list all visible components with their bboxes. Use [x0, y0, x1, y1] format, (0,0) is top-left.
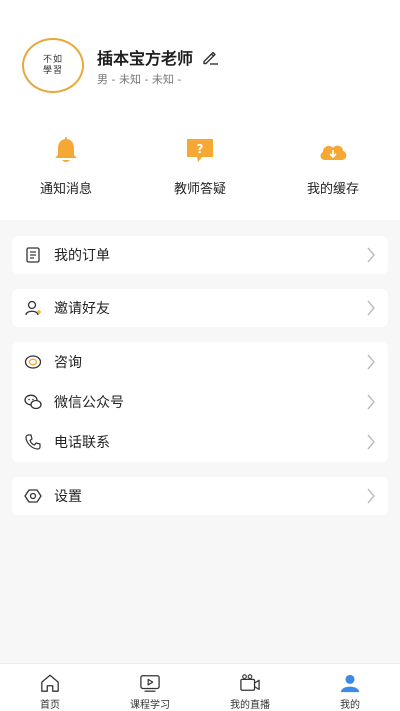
quick-cache[interactable]: 我的缓存: [273, 136, 393, 197]
menu-label: 我的订单: [54, 248, 110, 264]
cloud-download-icon: [320, 145, 347, 160]
phone-icon: [25, 434, 41, 450]
tab-live[interactable]: 我的直播: [200, 664, 300, 711]
tab-home[interactable]: 首页: [0, 664, 100, 711]
menu-item-invite[interactable]: 邀请好友: [12, 289, 388, 327]
chevron-right-icon: [367, 354, 375, 370]
svg-text:?: ?: [197, 142, 204, 156]
menu-item-consult[interactable]: 咨询: [12, 342, 388, 382]
edit-icon[interactable]: [201, 48, 219, 66]
menu-item-wechat[interactable]: 微信公众号: [12, 382, 388, 422]
consult-icon: [24, 355, 42, 369]
chevron-right-icon: [367, 247, 375, 263]
bottom-tab-bar: 首页 课程学习 我的直播 我的: [0, 663, 400, 711]
settings-card: 设置: [12, 477, 388, 515]
name-row: 插本宝方老师: [97, 46, 219, 68]
user-subline: 男 - 未知 - 未知 -: [97, 73, 182, 86]
menu-item-settings[interactable]: 设置: [12, 477, 388, 515]
camera-icon: [240, 674, 260, 691]
invite-card: 邀请好友: [12, 289, 388, 327]
avatar[interactable]: 不如學習: [22, 38, 84, 93]
question-chat-icon: ?: [187, 139, 213, 162]
chevron-right-icon: [367, 394, 375, 410]
menu-label: 微信公众号: [54, 395, 124, 411]
tab-mine[interactable]: 我的: [300, 664, 400, 711]
home-icon: [41, 674, 59, 692]
quick-label: 通知消息: [39, 182, 92, 197]
avatar-text: 不如學習: [42, 54, 63, 76]
user-icon: [340, 674, 360, 693]
user-name: 插本宝方老师: [97, 49, 194, 68]
chevron-right-icon: [367, 488, 375, 504]
menu-label: 设置: [54, 489, 82, 505]
profile-header: 不如學習 插本宝方老师 男 - 未知 - 未知 - 通知消息 ? 教师答疑 我的…: [0, 0, 400, 220]
video-play-icon: [140, 675, 160, 692]
menu-label: 咨询: [54, 355, 82, 371]
menu-item-phone[interactable]: 电话联系: [12, 422, 388, 462]
orders-card: 我的订单: [12, 236, 388, 274]
wechat-icon: [24, 394, 42, 410]
quick-teacher-qa[interactable]: ? 教师答疑: [140, 136, 260, 197]
quick-label: 教师答疑: [173, 182, 226, 197]
tab-label: 我的: [340, 700, 360, 711]
quick-notifications[interactable]: 通知消息: [6, 136, 126, 197]
add-friend-icon: [25, 300, 41, 316]
tab-label: 首页: [40, 700, 60, 711]
tab-courses[interactable]: 课程学习: [100, 664, 200, 711]
chevron-right-icon: [367, 434, 375, 450]
tab-label: 我的直播: [230, 700, 270, 711]
menu-label: 电话联系: [54, 435, 110, 451]
settings-icon: [24, 489, 42, 503]
chevron-right-icon: [367, 300, 375, 316]
menu-item-orders[interactable]: 我的订单: [12, 236, 388, 274]
tab-label: 课程学习: [130, 700, 170, 711]
bell-icon: [55, 137, 77, 162]
menu-label: 邀请好友: [54, 301, 110, 317]
contact-card: 咨询 微信公众号 电话联系: [12, 342, 388, 462]
quick-label: 我的缓存: [306, 182, 359, 197]
order-list-icon: [26, 247, 40, 263]
